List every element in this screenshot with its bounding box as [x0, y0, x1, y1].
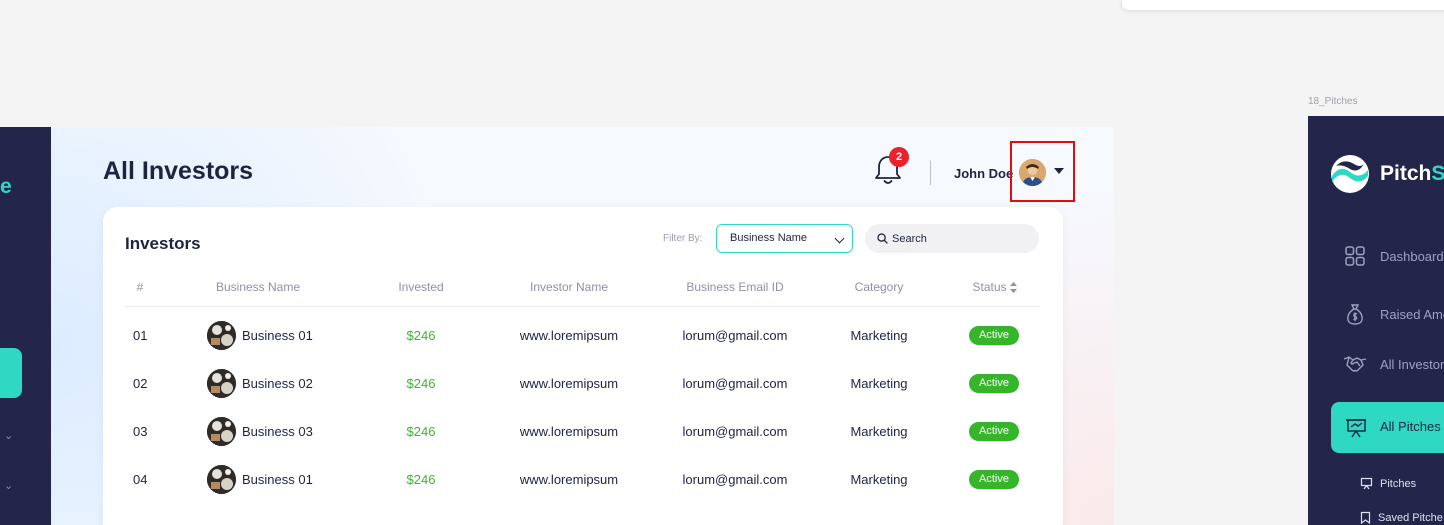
- table-row[interactable]: 03 Business 03 $246 www.loremipsum lorum…: [103, 417, 1063, 471]
- brand-name-accent: S: [1431, 162, 1444, 185]
- left-active-nav-item[interactable]: [0, 348, 22, 398]
- sub-item-label: Pitches: [1380, 477, 1417, 490]
- table-row[interactable]: 02 Business 02 $246 www.loremipsum lorum…: [103, 369, 1063, 423]
- grid-icon: [1342, 245, 1368, 267]
- business-name: Business 01: [242, 472, 313, 487]
- table-row[interactable]: 01 Business 01 $246 www.loremipsum lorum…: [103, 321, 1063, 375]
- column-header-business-name[interactable]: Business Name: [216, 280, 300, 294]
- sub-item-pitches[interactable]: Pitches: [1360, 477, 1416, 490]
- money-bag-icon: [1342, 303, 1368, 325]
- invested-amount: $246: [406, 424, 436, 439]
- investor-name[interactable]: www.loremipsum: [520, 423, 618, 441]
- header-divider: [930, 161, 931, 185]
- investor-name[interactable]: www.loremipsum: [520, 471, 618, 489]
- notification-badge: 2: [889, 147, 909, 167]
- business-avatar: [207, 321, 236, 350]
- sub-item-saved-pitches[interactable]: Saved Pitche: [1360, 511, 1443, 524]
- page-title: All Investors: [103, 157, 254, 185]
- column-header-status[interactable]: Status: [972, 280, 1018, 294]
- left-sidebar: e ⌄ ⌄: [0, 127, 51, 525]
- user-name[interactable]: John Doe: [954, 166, 1013, 181]
- nav-item-label: All Investor: [1380, 356, 1444, 372]
- presentation-icon: [1346, 419, 1366, 438]
- brand-name-main: Pitch: [1380, 162, 1432, 185]
- nav-item-label: Raised Amo: [1380, 306, 1444, 322]
- category: Marketing: [850, 472, 908, 487]
- row-number: 01: [133, 328, 148, 343]
- column-header-category[interactable]: Category: [855, 280, 904, 294]
- brand-logo-icon: [1331, 155, 1369, 193]
- chevron-down-icon[interactable]: ⌄: [4, 479, 13, 492]
- business-email: lorum@gmail.com: [682, 472, 788, 487]
- nav-item-all-investors[interactable]: All Investor: [1342, 353, 1444, 375]
- table-row[interactable]: 04 Business 01 $246 www.loremipsum lorum…: [103, 465, 1063, 519]
- column-header-status-label: Status: [972, 280, 1007, 294]
- investors-card: Investors Filter By: Business Name # Bus…: [103, 207, 1063, 525]
- filter-select[interactable]: Business Name: [716, 224, 853, 253]
- business-email: lorum@gmail.com: [682, 424, 788, 439]
- investor-name[interactable]: www.loremipsum: [520, 375, 618, 393]
- chevron-down-icon: [834, 233, 845, 244]
- filter-select-value: Business Name: [730, 232, 808, 244]
- business-email: lorum@gmail.com: [682, 328, 788, 343]
- column-header-email[interactable]: Business Email ID: [686, 280, 783, 294]
- left-logo-fragment: e: [0, 175, 12, 198]
- row-number: 02: [133, 376, 148, 391]
- nav-item-dashboard[interactable]: Dashboard: [1342, 245, 1444, 267]
- invested-amount: $246: [406, 472, 436, 487]
- business-name: Business 01: [242, 328, 313, 343]
- floating-card-edge: [1122, 0, 1444, 10]
- chevron-down-icon[interactable]: ⌄: [4, 429, 13, 442]
- category: Marketing: [850, 376, 908, 391]
- search-input[interactable]: [892, 224, 1032, 253]
- nav-item-label: Dashboard: [1380, 248, 1444, 264]
- right-sidebar: PitchS Dashboard Raised Amo All Investor: [1308, 116, 1444, 525]
- business-cell[interactable]: Business 01: [207, 465, 313, 494]
- search-box[interactable]: [865, 224, 1039, 253]
- sort-icon[interactable]: [1010, 281, 1018, 293]
- business-avatar: [207, 465, 236, 494]
- status-badge: Active: [969, 422, 1019, 441]
- status-badge: Active: [969, 374, 1019, 393]
- business-cell[interactable]: Business 01: [207, 321, 313, 350]
- column-header-number: #: [136, 280, 144, 294]
- row-number: 03: [133, 424, 148, 439]
- status-badge: Active: [969, 326, 1019, 345]
- category: Marketing: [850, 424, 908, 439]
- business-avatar: [207, 369, 236, 398]
- investor-name[interactable]: www.loremipsum: [520, 327, 618, 345]
- business-cell[interactable]: Business 02: [207, 369, 313, 398]
- invested-amount: $246: [406, 376, 436, 391]
- business-name: Business 03: [242, 424, 313, 439]
- brand-name: PitchS: [1380, 162, 1444, 186]
- row-number: 04: [133, 472, 148, 487]
- header-separator: [125, 306, 1039, 307]
- search-icon: [877, 233, 888, 244]
- invested-amount: $246: [406, 328, 436, 343]
- business-cell[interactable]: Business 03: [207, 417, 313, 446]
- column-header-investor-name[interactable]: Investor Name: [530, 280, 608, 294]
- nav-item-raised-amount[interactable]: Raised Amo: [1342, 303, 1444, 325]
- column-header-invested[interactable]: Invested: [398, 280, 443, 294]
- business-name: Business 02: [242, 376, 313, 391]
- handshake-icon: [1342, 353, 1368, 375]
- presentation-icon: [1360, 477, 1373, 490]
- highlight-box: [1010, 141, 1075, 202]
- artboard-label: 18_Pitches: [1308, 96, 1358, 107]
- nav-item-all-pitches[interactable]: All Pitches: [1331, 402, 1444, 453]
- main-content: All Investors 2 John Doe Investors Filte…: [51, 127, 1114, 525]
- status-badge: Active: [969, 470, 1019, 489]
- bookmark-icon: [1360, 511, 1371, 524]
- business-email: lorum@gmail.com: [682, 376, 788, 391]
- category: Marketing: [850, 328, 908, 343]
- card-title: Investors: [125, 234, 201, 253]
- business-avatar: [207, 417, 236, 446]
- nav-item-label: All Pitches: [1380, 419, 1441, 434]
- filter-label: Filter By:: [663, 233, 703, 244]
- sub-item-label: Saved Pitche: [1378, 511, 1443, 524]
